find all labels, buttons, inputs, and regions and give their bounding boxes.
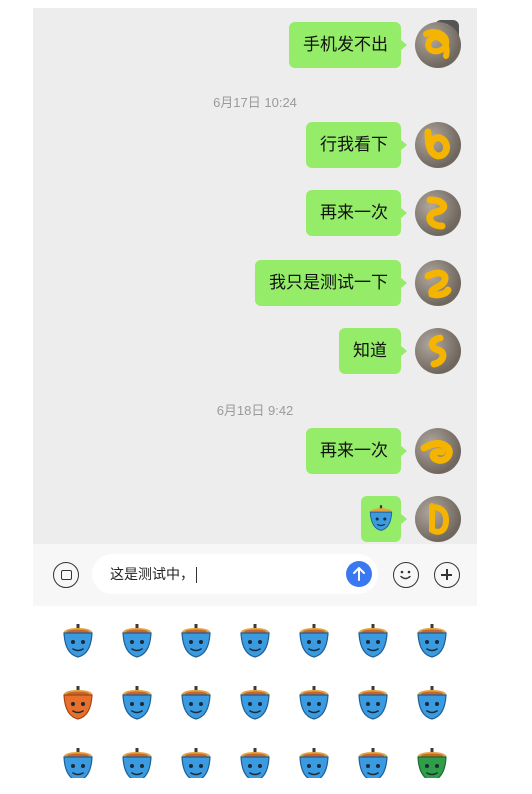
- blue-face-goggle-emoji-icon[interactable]: [120, 748, 154, 778]
- blue-face-grin-emoji-icon[interactable]: [238, 686, 272, 722]
- message-input[interactable]: 这是测试中，: [92, 554, 378, 594]
- text-caret: [196, 567, 197, 584]
- avatar[interactable]: [415, 496, 461, 542]
- voice-icon[interactable]: [53, 562, 79, 588]
- blue-face-sleepy-emoji-icon[interactable]: [61, 748, 95, 778]
- blue-face-tears-emoji-icon[interactable]: [415, 686, 449, 722]
- chat-area[interactable]: 手机发不出 6月17日 10:24 行我看下 再来一次 我只是测试一下 知道 6…: [33, 8, 477, 544]
- message-row: 再来一次: [33, 190, 477, 238]
- phone-screen: 手机发不出 6月17日 10:24 行我看下 再来一次 我只是测试一下 知道 6…: [33, 8, 477, 778]
- message-input-value: 这是测试中，: [110, 566, 194, 582]
- blue-face-spiral-emoji-icon[interactable]: [179, 624, 213, 660]
- blue-face-mask-emoji-icon[interactable]: [238, 624, 272, 660]
- send-up-arrow-icon: [353, 567, 365, 581]
- avatar[interactable]: [415, 260, 461, 306]
- avatar[interactable]: [415, 328, 461, 374]
- emoji-panel: [33, 606, 477, 778]
- timestamp: 6月18日 9:42: [216, 403, 294, 418]
- avatar[interactable]: [415, 122, 461, 168]
- blue-face-laugh-emoji-icon[interactable]: [238, 748, 272, 778]
- blue-face-tongue-emoji-icon[interactable]: [356, 686, 390, 722]
- blue-face-dizzy-emoji-icon[interactable]: [415, 624, 449, 660]
- emoji-button[interactable]: [393, 562, 419, 588]
- green-face-sick-emoji-icon[interactable]: [415, 748, 449, 778]
- message-row: 我只是测试一下: [33, 260, 477, 308]
- message-bubble[interactable]: 知道: [339, 328, 407, 374]
- input-bar: 这是测试中，: [33, 544, 477, 606]
- blue-face-crying-emoji-icon[interactable]: [297, 624, 331, 660]
- blue-face-emoji-icon: [369, 505, 393, 531]
- blue-face-question-emoji-icon[interactable]: [120, 624, 154, 660]
- message-bubble[interactable]: 再来一次: [306, 428, 407, 474]
- blue-face-emoji-icon[interactable]: [61, 624, 95, 660]
- message-row: 再来一次: [33, 428, 477, 476]
- blue-face-squint-emoji-icon[interactable]: [120, 686, 154, 722]
- blue-face-blush-emoji-icon[interactable]: [179, 686, 213, 722]
- blue-face-grimace-emoji-icon[interactable]: [356, 748, 390, 778]
- blue-face-teeth-emoji-icon[interactable]: [297, 686, 331, 722]
- message-bubble[interactable]: 我只是测试一下: [255, 260, 407, 306]
- timestamp: 6月17日 10:24: [213, 95, 297, 110]
- blue-face-shocked-emoji-icon[interactable]: [297, 748, 331, 778]
- message-bubble[interactable]: 再来一次: [306, 190, 407, 236]
- avatar[interactable]: [415, 428, 461, 474]
- blue-face-smile-emoji-icon[interactable]: [356, 624, 390, 660]
- orange-face-angry-emoji-icon[interactable]: [61, 686, 95, 722]
- message-row: 手机发不出: [33, 22, 477, 70]
- plus-icon[interactable]: [434, 562, 460, 588]
- message-row: [33, 496, 477, 544]
- avatar[interactable]: [415, 22, 461, 68]
- smile-icon: [400, 570, 411, 580]
- blue-face-frown-emoji-icon[interactable]: [179, 748, 213, 778]
- emoji-message-bubble[interactable]: [361, 496, 407, 542]
- message-row: 知道: [33, 328, 477, 376]
- message-row: 行我看下: [33, 122, 477, 170]
- message-bubble[interactable]: 行我看下: [306, 122, 407, 168]
- avatar[interactable]: [415, 190, 461, 236]
- send-button[interactable]: [346, 561, 372, 587]
- message-bubble[interactable]: 手机发不出: [289, 22, 407, 68]
